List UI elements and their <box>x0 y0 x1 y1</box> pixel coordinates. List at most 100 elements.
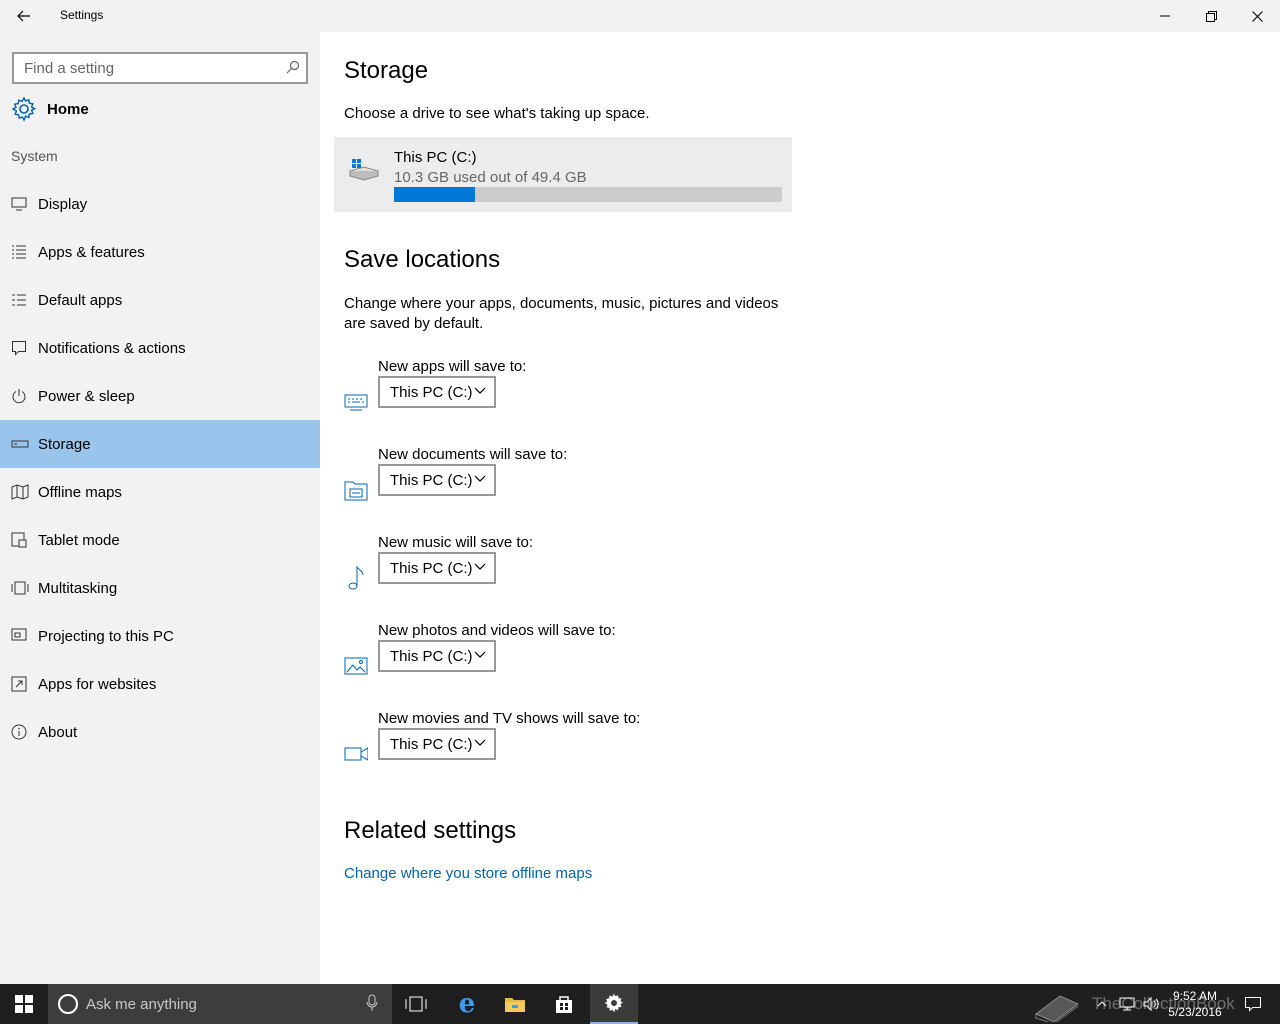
folder-icon <box>505 998 525 1012</box>
store-icon <box>556 996 572 1013</box>
volume-button[interactable] <box>1140 984 1162 1024</box>
restore-button[interactable] <box>1188 0 1234 32</box>
file-explorer-button[interactable] <box>491 984 539 1024</box>
section-label: System <box>11 148 58 164</box>
location-documents: New documents will save to: This PC (C:) <box>344 446 744 512</box>
storage-description: Choose a drive to see what's taking up s… <box>344 105 650 122</box>
chevron-down-icon <box>474 563 486 570</box>
sidebar-item-apps-websites[interactable]: Apps for websites <box>0 660 320 708</box>
close-button[interactable] <box>1234 0 1280 32</box>
location-label: New music will save to: <box>378 534 534 551</box>
window-title: Settings <box>60 8 104 22</box>
taskbar: Ask me anything e TheCollectionBook 9:52… <box>0 984 1280 1024</box>
location-photos: New photos and videos will save to: This… <box>344 622 744 688</box>
gear-icon <box>604 993 623 1013</box>
nav-list: Display Apps & features Default apps Not… <box>0 180 320 756</box>
info-icon <box>0 722 38 742</box>
sidebar-item-about[interactable]: About <box>0 708 320 756</box>
apps-websites-icon <box>0 674 38 694</box>
sidebar-item-tablet-mode[interactable]: Tablet mode <box>0 516 320 564</box>
map-icon <box>0 482 38 502</box>
sidebar-item-storage[interactable]: Storage <box>0 420 320 468</box>
apps-location-select[interactable]: This PC (C:) <box>378 376 496 408</box>
save-locations-description: Change where your apps, documents, music… <box>344 295 779 332</box>
keyboard-icon <box>344 390 368 414</box>
sidebar: Home System Display Apps & features Defa… <box>0 32 320 984</box>
clock[interactable]: 9:52 AM 5/23/2016 <box>1160 988 1230 1020</box>
sidebar-item-power-sleep[interactable]: Power & sleep <box>0 372 320 420</box>
monitor-icon <box>0 194 38 214</box>
music-icon <box>344 565 368 590</box>
location-movies: New movies and TV shows will save to: Th… <box>344 710 744 776</box>
book-icon <box>1035 995 1079 1022</box>
documents-location-select[interactable]: This PC (C:) <box>378 464 496 496</box>
volume-icon <box>1143 996 1159 1012</box>
back-button[interactable] <box>0 0 48 32</box>
tablet-icon <box>0 530 38 550</box>
chevron-up-icon <box>1097 1001 1107 1007</box>
location-label: New photos and videos will save to: <box>378 622 616 639</box>
storage-usage-bar <box>394 187 782 202</box>
photos-location-select[interactable]: This PC (C:) <box>378 640 496 672</box>
main-content: Storage Choose a drive to see what's tak… <box>320 32 1280 984</box>
edge-icon: e <box>458 989 476 1019</box>
store-button[interactable] <box>540 984 588 1024</box>
chevron-down-icon <box>474 387 486 394</box>
close-icon <box>1251 10 1263 22</box>
task-view-button[interactable] <box>392 984 440 1024</box>
sidebar-item-default-apps[interactable]: Default apps <box>0 276 320 324</box>
notification-icon <box>0 338 38 358</box>
movies-location-select[interactable]: This PC (C:) <box>378 728 496 760</box>
title-bar: Settings <box>0 0 1280 32</box>
cortana-icon <box>58 994 78 1014</box>
edge-button[interactable]: e <box>443 984 491 1024</box>
windows-logo-icon <box>15 995 33 1013</box>
sidebar-item-display[interactable]: Display <box>0 180 320 228</box>
save-locations-title: Save locations <box>344 246 501 273</box>
chevron-down-icon <box>474 475 486 482</box>
home-link[interactable]: Home <box>0 92 320 126</box>
drive-icon <box>348 157 380 188</box>
documents-icon <box>344 478 368 502</box>
list-icon <box>0 242 38 262</box>
search-input[interactable] <box>14 54 274 82</box>
storage-icon <box>0 434 38 454</box>
settings-taskbar-button[interactable] <box>590 984 638 1024</box>
gear-icon <box>10 95 38 123</box>
projecting-icon <box>0 626 38 646</box>
show-hidden-icons-button[interactable] <box>1094 984 1110 1024</box>
music-location-select[interactable]: This PC (C:) <box>378 552 496 584</box>
sidebar-item-notifications[interactable]: Notifications & actions <box>0 324 320 372</box>
drive-tile[interactable]: This PC (C:) 10.3 GB used out of 49.4 GB <box>334 137 792 212</box>
multitasking-icon <box>0 578 38 598</box>
action-center-icon <box>1245 997 1261 1012</box>
cortana-search-box[interactable]: Ask me anything <box>48 984 392 1024</box>
task-view-icon <box>405 996 427 1012</box>
drive-name: This PC (C:) <box>394 149 477 166</box>
location-apps: New apps will save to: This PC (C:) <box>344 358 744 424</box>
back-arrow-icon <box>17 10 30 22</box>
location-music: New music will save to: This PC (C:) <box>344 534 744 600</box>
offline-maps-storage-link[interactable]: Change where you store offline maps <box>344 865 592 882</box>
storage-title: Storage <box>344 57 429 84</box>
chevron-down-icon <box>474 651 486 658</box>
sidebar-item-apps-features[interactable]: Apps & features <box>0 228 320 276</box>
restore-icon <box>1205 10 1217 22</box>
location-label: New apps will save to: <box>378 358 527 375</box>
search-icon[interactable] <box>286 60 300 79</box>
related-settings-title: Related settings <box>344 817 517 844</box>
network-button[interactable] <box>1116 984 1138 1024</box>
chevron-down-icon <box>474 739 486 746</box>
sidebar-item-projecting[interactable]: Projecting to this PC <box>0 612 320 660</box>
microphone-icon[interactable] <box>366 994 378 1012</box>
video-camera-icon <box>344 742 368 766</box>
minimize-button[interactable] <box>1142 0 1188 32</box>
location-label: New documents will save to: <box>378 446 568 463</box>
find-setting-search[interactable] <box>12 52 308 84</box>
action-center-button[interactable] <box>1238 984 1268 1024</box>
start-button[interactable] <box>0 984 48 1024</box>
sidebar-item-offline-maps[interactable]: Offline maps <box>0 468 320 516</box>
default-apps-icon <box>0 290 38 310</box>
clock-date: 5/23/2016 <box>1168 1005 1222 1019</box>
sidebar-item-multitasking[interactable]: Multitasking <box>0 564 320 612</box>
